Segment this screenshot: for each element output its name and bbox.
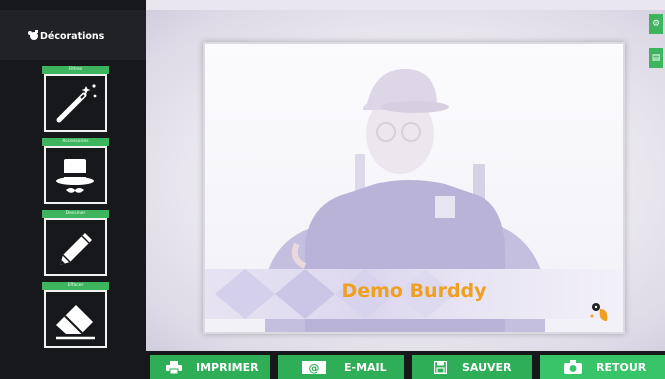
tool-accessories[interactable]: Accessoires <box>42 138 109 204</box>
svg-text:@: @ <box>309 362 320 375</box>
eraser-icon <box>56 305 95 340</box>
tool-draw[interactable]: Dessiner <box>42 210 109 276</box>
tool-icon-box <box>44 290 107 348</box>
decorations-icon <box>28 30 38 40</box>
tool-label: Accessoires <box>42 138 109 146</box>
sticker-button[interactable]: ▤ <box>649 48 663 68</box>
print-label: IMPRIMER <box>196 361 259 374</box>
banner-text: Demo Burddy <box>341 280 487 302</box>
top-hat-mustache-icon <box>56 159 94 193</box>
back-button[interactable]: RETOUR <box>540 355 665 379</box>
tool-filters[interactable]: Filtres <box>42 66 109 132</box>
save-icon <box>434 361 447 374</box>
sidebar: Décorations Filtres Accessoires Dessiner… <box>0 0 146 379</box>
photo-frame[interactable]: Demo Burddy <box>203 42 625 334</box>
save-label: SAUVER <box>462 361 512 374</box>
pencil-icon <box>60 233 92 265</box>
tool-label: Effacer <box>42 282 109 290</box>
print-button[interactable]: IMPRIMER <box>150 355 270 379</box>
back-label: RETOUR <box>596 361 647 374</box>
sticker-icon: ▤ <box>651 53 661 63</box>
printer-icon <box>166 361 182 374</box>
email-icon: @ <box>302 361 326 374</box>
tool-label: Dessiner <box>42 210 109 218</box>
save-button[interactable]: SAUVER <box>412 355 532 379</box>
tool-erase[interactable]: Effacer <box>42 282 109 348</box>
magic-wand-icon <box>56 84 97 123</box>
burddy-logo-icon <box>590 303 608 321</box>
tool-icon-box <box>44 146 107 204</box>
tool-icon-box <box>44 74 107 132</box>
tool-label: Filtres <box>42 66 109 74</box>
sidebar-title: Décorations <box>40 31 105 42</box>
email-label: E-MAIL <box>344 361 387 374</box>
preview-canvas: Demo Burddy <box>146 10 665 351</box>
gear-icon: ⚙ <box>651 19 661 29</box>
tool-icon-box <box>44 218 107 276</box>
settings-button[interactable]: ⚙ <box>649 14 663 34</box>
email-button[interactable]: @ E-MAIL <box>278 355 404 379</box>
camera-icon <box>564 360 582 374</box>
